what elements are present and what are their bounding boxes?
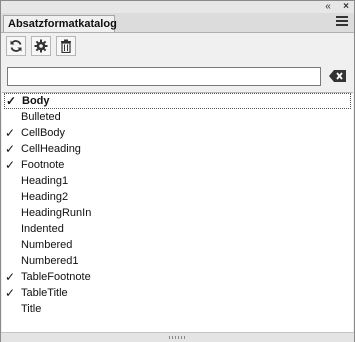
list-item[interactable]: ✓ Body: [4, 93, 351, 109]
list-item[interactable]: Heading1: [2, 173, 353, 189]
gear-icon: [34, 39, 48, 53]
list-item[interactable]: Indented: [2, 221, 353, 237]
checkmark-icon: ✓: [6, 94, 17, 108]
list-item[interactable]: ✓ TableTitle: [2, 285, 353, 301]
list-item-label: Title: [21, 303, 42, 315]
list-item-label: Footnote: [21, 159, 65, 171]
list-item[interactable]: Bulleted: [2, 109, 353, 125]
list-item[interactable]: Numbered: [2, 237, 353, 253]
delete-icon: [61, 39, 71, 53]
list-item[interactable]: HeadingRunIn: [2, 205, 353, 221]
settings-button[interactable]: [31, 36, 51, 56]
clear-search-button[interactable]: [328, 68, 348, 84]
list-item-label: Numbered: [21, 239, 73, 251]
checkmark-icon: ✓: [5, 126, 16, 140]
paragraph-format-list: ✓ Body Bulleted ✓ CellBody ✓ CellHeading ✓ Footn…: [2, 92, 353, 333]
panel-menu-icon[interactable]: [336, 16, 348, 28]
grip-lines-icon: [169, 336, 187, 339]
panel-titlebar: « ×: [1, 1, 354, 13]
resize-grip[interactable]: [1, 332, 354, 342]
list-item-label: CellBody: [21, 127, 66, 139]
double-chevron-left-icon[interactable]: «: [321, 1, 335, 13]
list-item-label: Body: [22, 95, 50, 107]
list-item[interactable]: ✓ CellHeading: [2, 141, 353, 157]
refresh-icon: [10, 40, 22, 52]
refresh-button[interactable]: [6, 36, 26, 56]
list-item-label: Heading1: [21, 175, 69, 187]
list-item-label: HeadingRunIn: [21, 207, 92, 219]
list-item-label: TableTitle: [21, 287, 68, 299]
tab-row: Absatzformatkatalog: [1, 13, 354, 33]
tab-paragraph-catalog[interactable]: Absatzformatkatalog: [3, 15, 117, 32]
list-item-label: Indented: [21, 223, 64, 235]
list-item-label: TableFootnote: [21, 271, 91, 283]
checkmark-icon: ✓: [5, 158, 16, 172]
list-item[interactable]: Numbered1: [2, 253, 353, 269]
close-icon[interactable]: ×: [339, 1, 353, 13]
list-item-label: Numbered1: [21, 255, 79, 267]
checkmark-icon: ✓: [5, 270, 16, 284]
checkmark-icon: ✓: [5, 142, 16, 156]
list-item[interactable]: Heading2: [2, 189, 353, 205]
backspace-clear-icon: [329, 70, 346, 82]
checkmark-icon: ✓: [5, 286, 16, 300]
list-item-label: Bulleted: [21, 111, 61, 123]
list-item[interactable]: ✓ Footnote: [2, 157, 353, 173]
paragraph-catalog-panel: « × Absatzformatkatalog ✓ Body Bulleted …: [0, 0, 355, 342]
list-item[interactable]: Title: [2, 301, 353, 317]
delete-button[interactable]: [56, 36, 76, 56]
search-input[interactable]: [7, 67, 321, 86]
list-item[interactable]: ✓ TableFootnote: [2, 269, 353, 285]
list-item-label: CellHeading: [21, 143, 81, 155]
list-item-label: Heading2: [21, 191, 69, 203]
list-item[interactable]: ✓ CellBody: [2, 125, 353, 141]
